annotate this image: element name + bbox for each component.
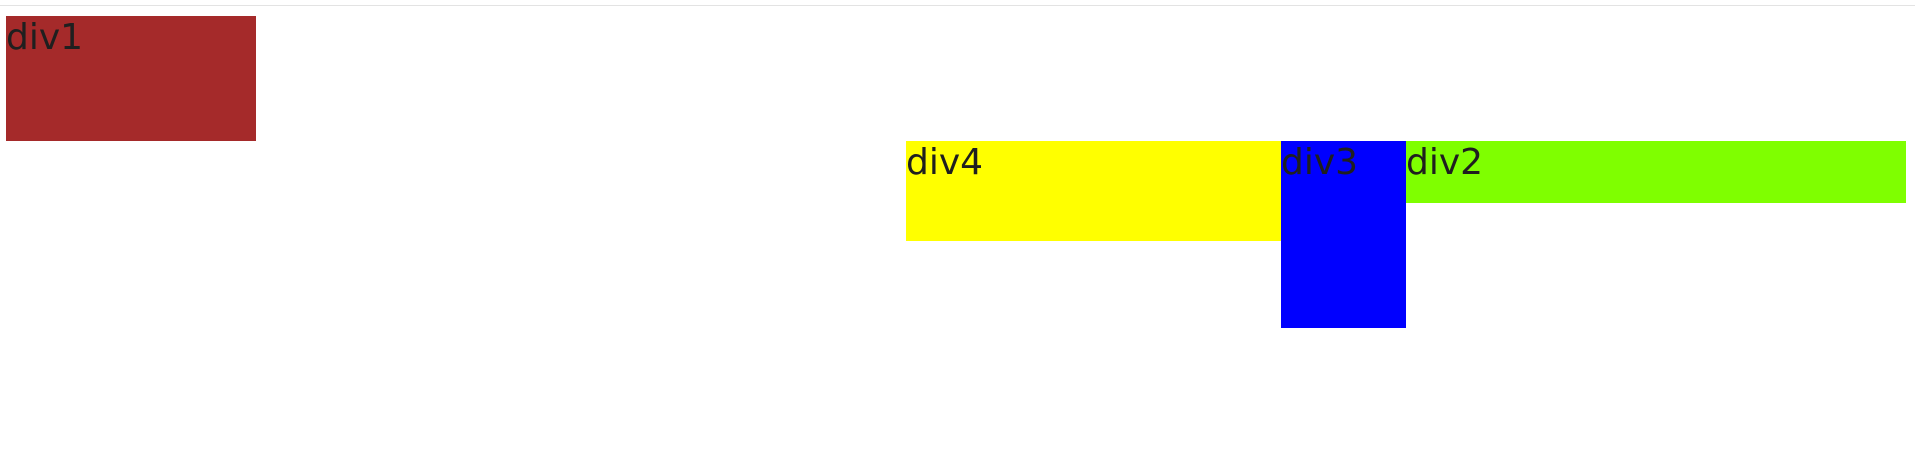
div2-label: div2 [1406, 142, 1484, 183]
div1-label: div1 [6, 17, 84, 58]
div3-box: div3 [1281, 141, 1406, 328]
div4-box: div4 [906, 141, 1281, 241]
div3-label: div3 [1281, 142, 1359, 183]
page-canvas: div1 div4 div3 div2 [0, 0, 1915, 450]
div1-box: div1 [6, 16, 256, 141]
div4-label: div4 [906, 142, 984, 183]
div2-box: div2 [1406, 141, 1906, 203]
top-divider [0, 5, 1915, 6]
